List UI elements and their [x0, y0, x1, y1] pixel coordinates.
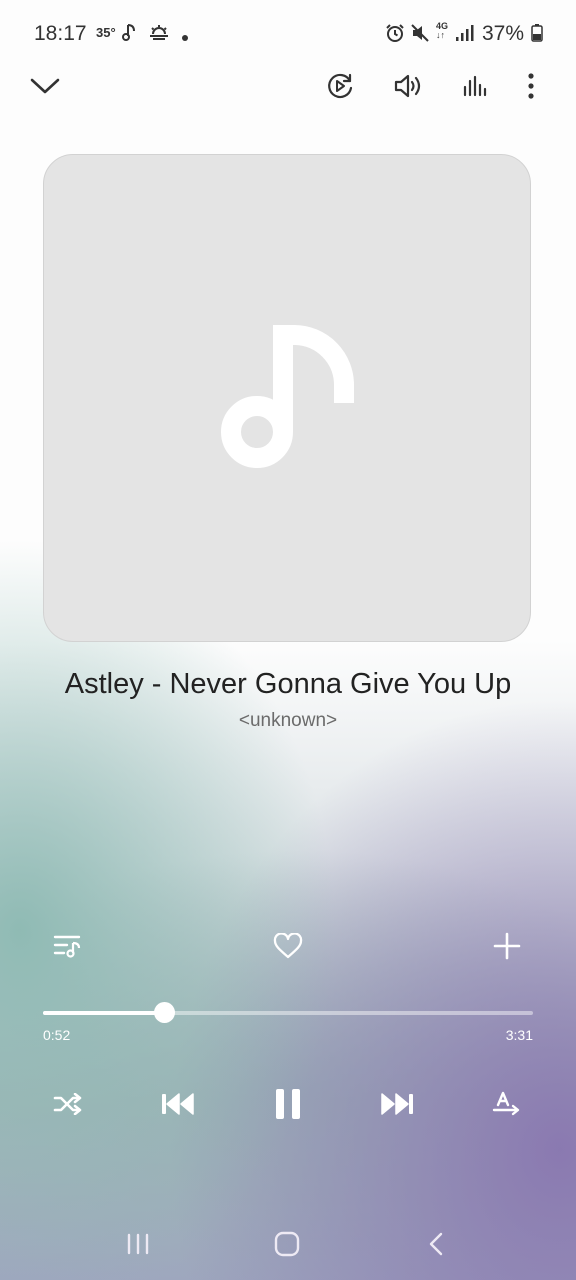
weather-icon: [148, 24, 170, 47]
mute-icon: [410, 23, 430, 48]
total-time: 3:31: [505, 1027, 533, 1043]
volume-button[interactable]: [386, 66, 430, 110]
battery-icon: [531, 24, 543, 47]
seek-bar-progress: [43, 1011, 164, 1015]
home-icon: [274, 1231, 300, 1262]
recents-icon: [126, 1233, 150, 1260]
home-button[interactable]: [259, 1224, 315, 1268]
queue-icon: [53, 933, 85, 964]
network-type: 4G ↓↑: [436, 21, 449, 40]
navigation-bar: [0, 1212, 576, 1280]
status-bar: 18:17 35° 4G ↓↑ 37%: [0, 0, 576, 66]
elapsed-time: 0:52: [43, 1027, 71, 1043]
track-artist: <unknown>: [238, 710, 338, 731]
track-title: Astley - Never Gonna Give You Up: [64, 668, 512, 700]
equalizer-icon: [463, 75, 489, 102]
pause-icon: [275, 1088, 301, 1125]
battery-percent: 37%: [482, 22, 525, 45]
music-note-icon: [220, 325, 360, 480]
more-options-button[interactable]: [509, 66, 553, 110]
status-temperature: 35°: [96, 25, 116, 40]
heart-icon: [273, 931, 303, 964]
plus-icon: [493, 932, 521, 965]
add-to-playlist-button[interactable]: [483, 925, 531, 971]
next-button[interactable]: [371, 1082, 423, 1130]
signal-icon: [455, 24, 475, 47]
favorite-button[interactable]: [264, 925, 312, 971]
play-pause-button[interactable]: [262, 1082, 314, 1130]
status-time: 18:17: [34, 22, 87, 45]
repeat-button[interactable]: [481, 1082, 533, 1130]
collapse-button[interactable]: [23, 66, 67, 110]
chevron-down-icon: [30, 77, 60, 100]
equalizer-button[interactable]: [454, 66, 498, 110]
shuffle-icon: [53, 1092, 83, 1120]
alarm-icon: [385, 23, 405, 48]
skip-next-icon: [380, 1092, 414, 1121]
dot-icon: [181, 29, 189, 47]
more-vertical-icon: [527, 72, 535, 104]
music-note-icon: [122, 22, 138, 47]
seek-bar[interactable]: [43, 1002, 533, 1023]
previous-button[interactable]: [152, 1082, 204, 1130]
player-toolbar: [0, 66, 576, 116]
back-icon: [428, 1232, 444, 1261]
repeat-icon: [492, 1091, 522, 1122]
playback-button[interactable]: [318, 66, 362, 110]
seek-bar-thumb[interactable]: [153, 1002, 175, 1023]
skip-previous-icon: [161, 1092, 195, 1121]
queue-button[interactable]: [45, 925, 93, 971]
shuffle-button[interactable]: [42, 1082, 94, 1130]
volume-icon: [393, 73, 423, 104]
playback-icon: [325, 71, 355, 106]
back-button[interactable]: [408, 1224, 464, 1268]
recents-button[interactable]: [110, 1224, 166, 1268]
